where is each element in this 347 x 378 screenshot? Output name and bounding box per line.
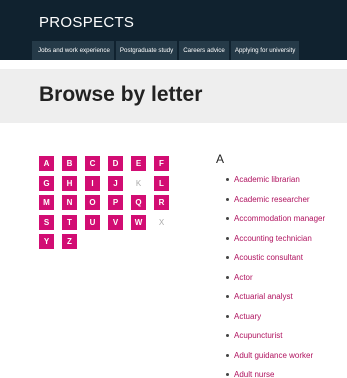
letter-p-button[interactable]: P bbox=[108, 195, 123, 210]
bullet-icon bbox=[226, 373, 229, 376]
letter-m-button[interactable]: M bbox=[39, 195, 54, 210]
nav-postgraduate-study[interactable]: Postgraduate study bbox=[115, 41, 178, 60]
letter-s-button[interactable]: S bbox=[39, 214, 54, 230]
career-label: Adult guidance worker bbox=[234, 350, 314, 360]
career-link[interactable]: Adult guidance worker bbox=[226, 351, 325, 371]
career-label: Acoustic consultant bbox=[234, 253, 303, 262]
bullet-icon bbox=[226, 295, 229, 298]
letter-w-button[interactable]: W bbox=[131, 214, 146, 230]
letter-t-button[interactable]: T bbox=[62, 214, 77, 230]
bullet-icon bbox=[226, 256, 229, 259]
page-title: Browse by letter bbox=[39, 83, 203, 106]
career-link[interactable]: Adult nurse bbox=[226, 370, 325, 378]
letter-d-button[interactable]: D bbox=[108, 156, 123, 171]
career-link[interactable]: Academic researcher bbox=[226, 195, 325, 215]
letter-i-button[interactable]: I bbox=[85, 175, 100, 191]
nav-applying-for-university[interactable]: Applying for university bbox=[230, 41, 300, 60]
main-nav: Jobs and work experience Postgraduate st… bbox=[32, 41, 301, 60]
letter-r-button[interactable]: R bbox=[154, 195, 169, 210]
career-label: Academic researcher bbox=[234, 194, 310, 204]
letter-e-button[interactable]: E bbox=[131, 156, 146, 171]
career-label: Adult nurse bbox=[234, 370, 275, 378]
career-link[interactable]: Academic librarian bbox=[226, 175, 325, 195]
letter-q-button[interactable]: Q bbox=[131, 195, 146, 210]
letter-n-button[interactable]: N bbox=[62, 195, 77, 210]
section-heading: A bbox=[216, 152, 225, 166]
bullet-icon bbox=[226, 275, 229, 279]
letter-o-button[interactable]: O bbox=[85, 195, 100, 210]
letter-k-disabled: K bbox=[135, 178, 142, 188]
nav-jobs-and-work-experience[interactable]: Jobs and work experience bbox=[32, 41, 114, 60]
career-link[interactable]: Accommodation manager bbox=[226, 214, 325, 234]
bullet-icon bbox=[226, 353, 229, 357]
bullet-icon bbox=[226, 314, 229, 318]
letter-j-button[interactable]: J bbox=[108, 175, 123, 191]
career-label: Accommodation manager bbox=[234, 214, 326, 223]
career-label: Accounting technician bbox=[234, 233, 312, 243]
letter-a-button[interactable]: A bbox=[39, 156, 54, 171]
title-band: Browse by letter bbox=[0, 69, 347, 123]
letter-b-button[interactable]: B bbox=[62, 156, 77, 171]
letter-u-button[interactable]: U bbox=[85, 214, 100, 230]
site-header: PROSPECTS Jobs and work experience Postg… bbox=[0, 0, 347, 60]
letter-h-button[interactable]: H bbox=[62, 175, 77, 191]
career-label: Actuarial analyst bbox=[234, 292, 293, 301]
career-label: Actuary bbox=[234, 311, 262, 321]
bullet-icon bbox=[226, 334, 229, 337]
letter-c-button[interactable]: C bbox=[85, 156, 100, 171]
career-link[interactable]: Actuarial analyst bbox=[226, 292, 325, 312]
career-link[interactable]: Actor bbox=[226, 273, 325, 293]
letter-y-button[interactable]: Y bbox=[39, 234, 54, 249]
career-link[interactable]: Accounting technician bbox=[226, 234, 325, 254]
bullet-icon bbox=[226, 178, 229, 181]
prospects-logo[interactable]: PROSPECTS bbox=[39, 14, 134, 31]
career-link[interactable]: Actuary bbox=[226, 312, 325, 332]
career-link[interactable]: Acupuncturist bbox=[226, 331, 325, 351]
career-label: Acupuncturist bbox=[234, 331, 283, 340]
letter-f-button[interactable]: F bbox=[154, 156, 169, 171]
bullet-icon bbox=[226, 197, 229, 201]
letter-v-button[interactable]: V bbox=[108, 214, 123, 230]
bullet-icon bbox=[226, 217, 229, 220]
career-list: Academic librarian Academic researcher Acc… bbox=[226, 175, 325, 378]
letter-l-button[interactable]: L bbox=[154, 175, 169, 191]
nav-careers-advice[interactable]: Careers advice bbox=[179, 41, 229, 60]
letter-x-disabled: X bbox=[158, 217, 165, 227]
career-label: Academic librarian bbox=[234, 175, 300, 184]
career-link[interactable]: Acoustic consultant bbox=[226, 253, 325, 273]
letter-z-button[interactable]: Z bbox=[62, 234, 77, 249]
bullet-icon bbox=[226, 236, 229, 240]
letter-g-button[interactable]: G bbox=[39, 175, 54, 191]
career-label: Actor bbox=[234, 272, 253, 282]
